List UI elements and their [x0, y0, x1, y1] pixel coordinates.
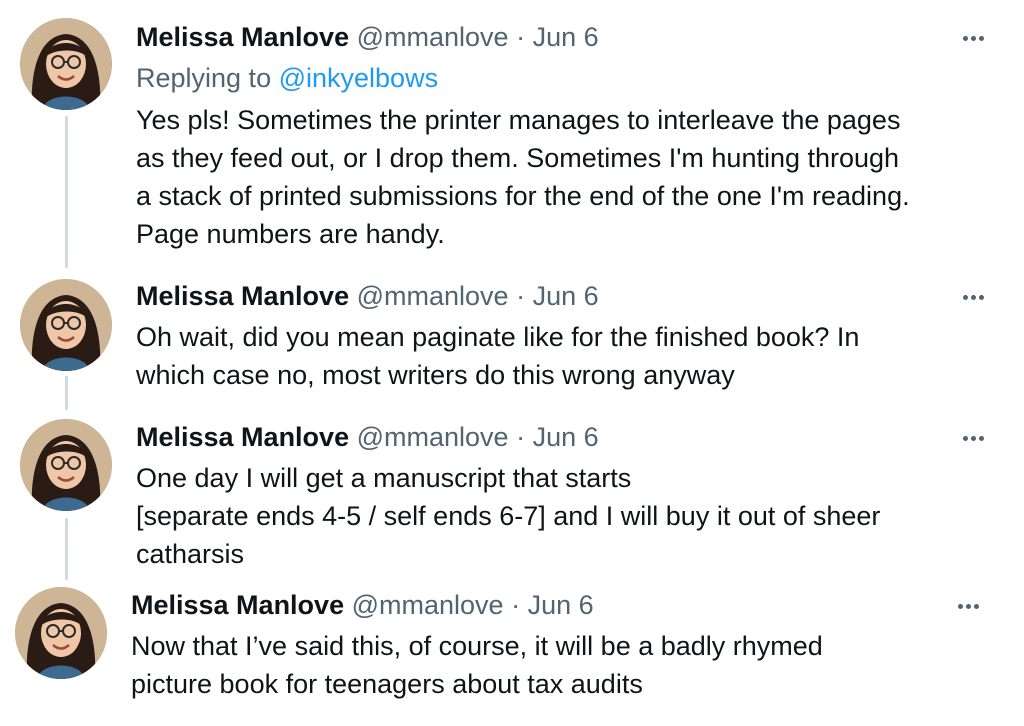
tweet-text-line: a stack of printed submissions for the e…	[136, 181, 910, 211]
tweet-date[interactable]: Jun 6	[528, 590, 594, 620]
thread-connector	[65, 518, 68, 580]
meta-separator: ·	[516, 281, 526, 311]
tweet-text-line: Page numbers are handy.	[136, 219, 445, 249]
tweet-text-line: Now that I’ve said this, of course, it w…	[131, 631, 823, 661]
tweet-text-line: which case no, most writers do this wron…	[136, 360, 735, 390]
tweet-header: Melissa Manlove @mmanlove · Jun 6	[136, 280, 599, 312]
tweet-header: Melissa Manlove @mmanlove · Jun 6	[131, 589, 594, 621]
meta-separator: ·	[511, 590, 521, 620]
more-horizontal-icon[interactable]	[953, 281, 993, 313]
profile-photo	[20, 18, 112, 110]
avatar[interactable]	[20, 279, 112, 371]
tweet-text-line: as they feed out, or I drop them. Someti…	[136, 143, 900, 173]
thread-connector	[65, 116, 68, 268]
tweet-date[interactable]: Jun 6	[533, 281, 599, 311]
tweet-text-line: Yes pls! Sometimes the printer manages t…	[136, 105, 901, 135]
tweet-text: One day I will get a manuscript that sta…	[136, 459, 996, 573]
thread-connector	[65, 376, 68, 410]
tweet-date[interactable]: Jun 6	[533, 22, 599, 52]
display-name[interactable]: Melissa Manlove	[136, 22, 349, 52]
display-name[interactable]: Melissa Manlove	[131, 590, 344, 620]
meta-separator: ·	[516, 22, 526, 52]
tweet-thread: Melissa Manlove @mmanlove · Jun 6 Replyi…	[0, 0, 1024, 726]
user-handle[interactable]: @mmanlove	[357, 22, 509, 52]
profile-photo	[20, 279, 112, 371]
tweet-header: Melissa Manlove @mmanlove · Jun 6	[136, 421, 599, 453]
tweet-text: Now that I’ve said this, of course, it w…	[131, 627, 991, 703]
tweet-text-line: picture book for teenagers about tax aud…	[131, 669, 643, 699]
avatar[interactable]	[20, 419, 112, 511]
meta-separator: ·	[516, 422, 526, 452]
tweet-text-line: [separate ends 4-5 / self ends 6-7] and …	[136, 501, 881, 531]
more-horizontal-icon[interactable]	[953, 422, 993, 454]
tweet-text-line: catharsis	[136, 539, 245, 569]
more-horizontal-icon[interactable]	[948, 590, 988, 622]
display-name[interactable]: Melissa Manlove	[136, 281, 349, 311]
profile-photo	[20, 419, 112, 511]
user-handle[interactable]: @mmanlove	[357, 422, 509, 452]
tweet-text: Yes pls! Sometimes the printer manages t…	[136, 101, 996, 253]
replying-to-label: Replying to	[136, 63, 279, 93]
tweet-text-line: One day I will get a manuscript that sta…	[136, 463, 632, 493]
mention-link[interactable]: @inkyelbows	[279, 63, 438, 93]
avatar[interactable]	[15, 587, 107, 679]
user-handle[interactable]: @mmanlove	[352, 590, 504, 620]
more-horizontal-icon[interactable]	[953, 22, 993, 54]
user-handle[interactable]: @mmanlove	[357, 281, 509, 311]
tweet-text-line: Oh wait, did you mean paginate like for …	[136, 322, 860, 352]
avatar[interactable]	[20, 18, 112, 110]
replying-to: Replying to @inkyelbows	[136, 62, 438, 94]
tweet-date[interactable]: Jun 6	[533, 422, 599, 452]
display-name[interactable]: Melissa Manlove	[136, 422, 349, 452]
tweet-text: Oh wait, did you mean paginate like for …	[136, 318, 996, 394]
tweet-header: Melissa Manlove @mmanlove · Jun 6	[136, 21, 599, 53]
profile-photo	[15, 587, 107, 679]
